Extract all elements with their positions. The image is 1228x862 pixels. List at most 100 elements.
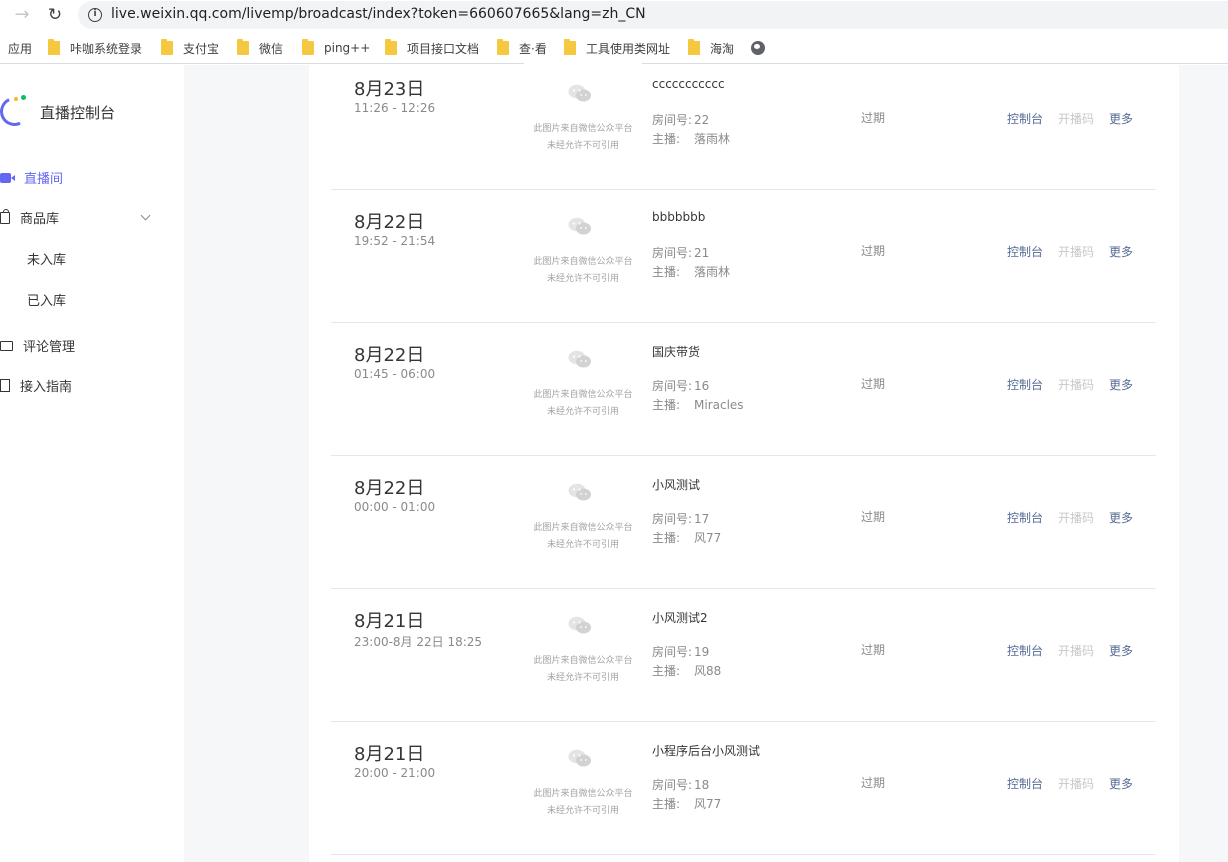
- sidebar-item-label: 直播间: [24, 172, 64, 187]
- thumbnail-caption: 未经允许不可引用: [546, 274, 619, 284]
- address-bar[interactable]: i live.weixin.qq.com/livemp/broadcast/in…: [78, 1, 1228, 29]
- url-text[interactable]: live.weixin.qq.com/livemp/broadcast/inde…: [111, 6, 646, 22]
- thumbnail-caption: 此图片来自微信公众平台: [533, 124, 633, 134]
- cover-thumbnail: 此图片来自微信公众平台 未经允许不可引用: [524, 190, 642, 310]
- row-title: 小风测试2: [652, 611, 708, 625]
- sidebar-item-guide[interactable]: 接入指南: [0, 376, 72, 395]
- thumbnail-caption: 未经允许不可引用: [546, 673, 619, 683]
- sidebar-subitem-stored[interactable]: 已入库: [27, 290, 66, 309]
- room-label: 房间号:: [652, 113, 693, 127]
- more-link[interactable]: 更多: [1109, 243, 1133, 260]
- room-label: 房间号:: [652, 778, 693, 792]
- folder-icon: [564, 39, 576, 55]
- more-link[interactable]: 更多: [1109, 642, 1133, 659]
- row-title: ccccccccccc: [652, 77, 725, 91]
- more-link[interactable]: 更多: [1109, 775, 1133, 792]
- bookmark-item[interactable]: 工具使用类网址: [564, 39, 670, 57]
- bookmark-item[interactable]: ping++: [302, 39, 370, 57]
- host-value: 风77: [694, 797, 722, 811]
- row-date: 8月22日: [354, 478, 425, 499]
- broadcast-code-link[interactable]: 开播码: [1058, 642, 1094, 659]
- host-value: 落雨林: [694, 265, 731, 279]
- bookmark-item[interactable]: 海淘: [688, 39, 734, 57]
- broadcast-row: 8月22日 01:45 - 06:00 此图片来自微信公众平台 未经允许不可引用 国庆带…: [331, 323, 1156, 456]
- host-name: 主播: Miracles: [652, 396, 744, 413]
- thumbnail-caption: 未经允许不可引用: [546, 141, 619, 151]
- row-date: 8月21日: [354, 744, 425, 765]
- broadcast-code-link[interactable]: 开播码: [1058, 243, 1094, 260]
- broadcast-code-link[interactable]: 开播码: [1058, 110, 1094, 127]
- forward-arrow-icon[interactable]: →: [11, 4, 33, 26]
- sidebar: 直播控制台 直播间 商品库 未入库 已入库 评论管理 接入指南: [0, 65, 184, 862]
- more-link[interactable]: 更多: [1109, 376, 1133, 393]
- row-title: 国庆带货: [652, 345, 701, 359]
- bookmark-item[interactable]: 项目接口文档: [385, 39, 479, 57]
- document-icon: [0, 379, 10, 392]
- sidebar-item-label: 评论管理: [23, 340, 76, 355]
- room-number: 房间号: 19: [652, 643, 709, 660]
- bookmark-item[interactable]: 微信: [237, 39, 283, 57]
- row-time: 00:00 - 01:00: [354, 500, 436, 514]
- globe-bookmark[interactable]: [751, 39, 765, 57]
- console-link[interactable]: 控制台: [1007, 509, 1043, 526]
- reload-icon[interactable]: ↻: [44, 4, 66, 26]
- broadcast-row: 8月21日 20:00 - 21:00 此图片来自微信公众平台 未经允许不可引用 小程序…: [331, 722, 1156, 855]
- room-label: 房间号:: [652, 645, 693, 659]
- page-background: 直播控制台 直播间 商品库 未入库 已入库 评论管理 接入指南 8月23日 11:…: [0, 57, 1228, 862]
- app-title: 直播控制台: [40, 104, 116, 122]
- console-link[interactable]: 控制台: [1007, 376, 1043, 393]
- wechat-icon: [568, 749, 591, 767]
- globe-icon: [751, 41, 765, 55]
- broadcast-row: 8月23日 11:26 - 12:26 此图片来自微信公众平台 未经允许不可引用 ccc…: [331, 57, 1156, 190]
- sidebar-subitem-not-stored[interactable]: 未入库: [27, 249, 66, 268]
- info-icon[interactable]: i: [88, 8, 102, 22]
- more-link[interactable]: 更多: [1109, 509, 1133, 526]
- shopping-bag-icon: [0, 208, 10, 224]
- room-value: 19: [694, 645, 710, 659]
- wechat-icon: [568, 616, 591, 634]
- host-name: 主播: 落雨林: [652, 130, 730, 147]
- broadcast-row: 8月22日 19:52 - 21:54 此图片来自微信公众平台 未经允许不可引用 bbb…: [331, 190, 1156, 323]
- wechat-icon: [568, 217, 591, 235]
- room-number: 房间号: 16: [652, 377, 709, 394]
- cover-thumbnail: 此图片来自微信公众平台 未经允许不可引用: [524, 456, 642, 576]
- row-date: 8月23日: [354, 79, 425, 100]
- broadcast-code-link[interactable]: 开播码: [1058, 775, 1094, 792]
- apps-bookmark[interactable]: 应用: [8, 40, 32, 57]
- more-link[interactable]: 更多: [1109, 110, 1133, 127]
- sidebar-item-comments[interactable]: 评论管理: [0, 336, 75, 355]
- folder-icon: [302, 39, 314, 55]
- room-number: 房间号: 18: [652, 776, 709, 793]
- row-time: 23:00-8月 22日 18:25: [354, 635, 483, 649]
- status-text: 过期: [861, 643, 886, 657]
- host-label: 主播:: [652, 664, 681, 678]
- cover-thumbnail: 此图片来自微信公众平台 未经允许不可引用: [524, 722, 642, 842]
- sidebar-item-live-room[interactable]: 直播间: [0, 168, 63, 187]
- row-time: 19:52 - 21:54: [354, 234, 436, 248]
- console-link[interactable]: 控制台: [1007, 642, 1043, 659]
- sidebar-item-product-library[interactable]: 商品库: [0, 208, 59, 227]
- chevron-down-icon[interactable]: [140, 210, 151, 221]
- broadcast-code-link[interactable]: 开播码: [1058, 509, 1094, 526]
- row-title: bbbbbbb: [652, 210, 706, 224]
- folder-icon: [161, 39, 173, 55]
- host-name: 主播: 落雨林: [652, 263, 730, 280]
- console-link[interactable]: 控制台: [1007, 110, 1043, 127]
- broadcast-code-link[interactable]: 开播码: [1058, 376, 1094, 393]
- status-text: 过期: [861, 510, 886, 524]
- thumbnail-caption: 未经允许不可引用: [546, 806, 619, 816]
- bookmark-item[interactable]: 查·看: [497, 39, 547, 57]
- console-link[interactable]: 控制台: [1007, 775, 1043, 792]
- host-label: 主播:: [652, 531, 681, 545]
- folder-icon: [688, 39, 700, 55]
- room-number: 房间号: 22: [652, 111, 709, 128]
- console-link[interactable]: 控制台: [1007, 243, 1043, 260]
- host-name: 主播: 风77: [652, 795, 721, 812]
- comment-icon: [0, 340, 13, 351]
- status-text: 过期: [861, 377, 886, 391]
- row-time: 01:45 - 06:00: [354, 367, 436, 381]
- bookmark-item[interactable]: 支付宝: [161, 39, 219, 57]
- status-text: 过期: [861, 776, 886, 790]
- bookmark-item[interactable]: 咔咖系统登录: [48, 39, 142, 57]
- folder-icon: [497, 39, 509, 55]
